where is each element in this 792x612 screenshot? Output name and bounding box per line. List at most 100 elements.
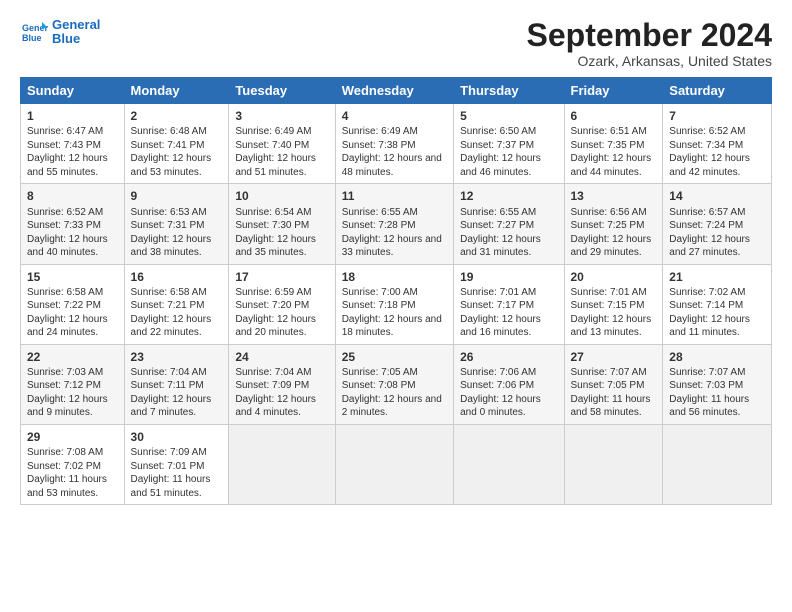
day-number: 3 <box>235 108 328 124</box>
daylight-text: Daylight: 11 hours and 53 minutes. <box>27 474 107 499</box>
calendar-week-row: 22Sunrise: 7:03 AMSunset: 7:12 PMDayligh… <box>21 344 772 424</box>
day-number: 24 <box>235 349 328 365</box>
day-header-wednesday: Wednesday <box>335 78 453 104</box>
daylight-text: Daylight: 12 hours and 48 minutes. <box>342 153 442 178</box>
day-number: 30 <box>131 429 223 445</box>
day-number: 9 <box>131 188 223 204</box>
day-header-friday: Friday <box>564 78 663 104</box>
calendar-cell: 22Sunrise: 7:03 AMSunset: 7:12 PMDayligh… <box>21 344 125 424</box>
sunset-text: Sunset: 7:01 PM <box>131 461 205 472</box>
day-header-thursday: Thursday <box>454 78 564 104</box>
day-number: 1 <box>27 108 118 124</box>
logo-text-line1: General <box>52 18 100 32</box>
daylight-text: Daylight: 12 hours and 55 minutes. <box>27 153 108 178</box>
sunrise-text: Sunrise: 6:53 AM <box>131 207 207 218</box>
day-header-saturday: Saturday <box>663 78 772 104</box>
sunset-text: Sunset: 7:31 PM <box>131 220 205 231</box>
sunrise-text: Sunrise: 7:01 AM <box>571 287 647 298</box>
main-title: September 2024 <box>527 18 772 53</box>
sunset-text: Sunset: 7:12 PM <box>27 380 101 391</box>
calendar-cell: 26Sunrise: 7:06 AMSunset: 7:06 PMDayligh… <box>454 344 564 424</box>
sunset-text: Sunset: 7:05 PM <box>571 380 645 391</box>
day-header-sunday: Sunday <box>21 78 125 104</box>
daylight-text: Daylight: 11 hours and 58 minutes. <box>571 394 651 419</box>
sunset-text: Sunset: 7:28 PM <box>342 220 416 231</box>
sunrise-text: Sunrise: 6:47 AM <box>27 126 103 137</box>
day-header-monday: Monday <box>124 78 229 104</box>
sunrise-text: Sunrise: 6:49 AM <box>235 126 311 137</box>
daylight-text: Daylight: 12 hours and 40 minutes. <box>27 234 108 259</box>
calendar-cell: 11Sunrise: 6:55 AMSunset: 7:28 PMDayligh… <box>335 184 453 264</box>
calendar-cell: 21Sunrise: 7:02 AMSunset: 7:14 PMDayligh… <box>663 264 772 344</box>
calendar-cell: 10Sunrise: 6:54 AMSunset: 7:30 PMDayligh… <box>229 184 335 264</box>
calendar-cell: 17Sunrise: 6:59 AMSunset: 7:20 PMDayligh… <box>229 264 335 344</box>
daylight-text: Daylight: 12 hours and 38 minutes. <box>131 234 212 259</box>
daylight-text: Daylight: 12 hours and 22 minutes. <box>131 314 212 339</box>
calendar-cell: 23 Sunrise: 7:04 AM Sunset: 7:11 PM Dayligh… <box>124 344 229 424</box>
sunset-text: Sunset: 7:11 PM <box>131 380 204 391</box>
sunrise-text: Sunrise: 7:03 AM <box>27 367 103 378</box>
day-header-tuesday: Tuesday <box>229 78 335 104</box>
calendar-cell: 6Sunrise: 6:51 AMSunset: 7:35 PMDaylight… <box>564 104 663 184</box>
sunrise-text: Sunrise: 7:08 AM <box>27 447 103 458</box>
daylight-text: Daylight: 12 hours and 7 minutes. <box>131 394 212 419</box>
calendar-cell <box>229 424 335 504</box>
sunset-text: Sunset: 7:14 PM <box>669 300 743 311</box>
calendar-cell: 24Sunrise: 7:04 AMSunset: 7:09 PMDayligh… <box>229 344 335 424</box>
sunrise-text: Sunrise: 7:04 AM <box>131 367 207 378</box>
sunset-text: Sunset: 7:21 PM <box>131 300 205 311</box>
calendar-week-row: 29Sunrise: 7:08 AMSunset: 7:02 PMDayligh… <box>21 424 772 504</box>
day-number: 10 <box>235 188 328 204</box>
sunset-text: Sunset: 7:38 PM <box>342 140 416 151</box>
calendar-cell: 14Sunrise: 6:57 AMSunset: 7:24 PMDayligh… <box>663 184 772 264</box>
logo-icon: General Blue <box>20 18 48 46</box>
day-number: 11 <box>342 188 447 204</box>
calendar-cell: 28Sunrise: 7:07 AMSunset: 7:03 PMDayligh… <box>663 344 772 424</box>
day-number: 15 <box>27 269 118 285</box>
daylight-text: Daylight: 12 hours and 16 minutes. <box>460 314 541 339</box>
day-number: 8 <box>27 188 118 204</box>
daylight-text: Daylight: 12 hours and 18 minutes. <box>342 314 442 339</box>
calendar-cell: 2Sunrise: 6:48 AMSunset: 7:41 PMDaylight… <box>124 104 229 184</box>
day-number: 4 <box>342 108 447 124</box>
daylight-text: Daylight: 11 hours and 56 minutes. <box>669 394 749 419</box>
calendar-cell: 16Sunrise: 6:58 AMSunset: 7:21 PMDayligh… <box>124 264 229 344</box>
sunrise-text: Sunrise: 7:05 AM <box>342 367 418 378</box>
day-number: 23 <box>131 349 223 365</box>
calendar-header-row: SundayMondayTuesdayWednesdayThursdayFrid… <box>21 78 772 104</box>
sunrise-text: Sunrise: 7:09 AM <box>131 447 207 458</box>
daylight-text: Daylight: 12 hours and 0 minutes. <box>460 394 541 419</box>
sunrise-text: Sunrise: 7:07 AM <box>571 367 647 378</box>
calendar-table: SundayMondayTuesdayWednesdayThursdayFrid… <box>20 77 772 505</box>
day-number: 25 <box>342 349 447 365</box>
sunrise-text: Sunrise: 7:06 AM <box>460 367 536 378</box>
daylight-text: Daylight: 12 hours and 33 minutes. <box>342 234 442 259</box>
sunset-text: Sunset: 7:15 PM <box>571 300 645 311</box>
daylight-text: Daylight: 12 hours and 27 minutes. <box>669 234 750 259</box>
calendar-cell: 4 Sunrise: 6:49 AM Sunset: 7:38 PM Daylight… <box>335 104 453 184</box>
calendar-body: 1Sunrise: 6:47 AMSunset: 7:43 PMDaylight… <box>21 104 772 505</box>
sunrise-text: Sunrise: 6:57 AM <box>669 207 745 218</box>
day-number: 2 <box>131 108 223 124</box>
calendar-cell: 29Sunrise: 7:08 AMSunset: 7:02 PMDayligh… <box>21 424 125 504</box>
day-number: 19 <box>460 269 557 285</box>
sunrise-text: Sunrise: 6:56 AM <box>571 207 647 218</box>
daylight-text: Daylight: 12 hours and 53 minutes. <box>131 153 212 178</box>
daylight-text: Daylight: 12 hours and 13 minutes. <box>571 314 652 339</box>
calendar-cell: 1Sunrise: 6:47 AMSunset: 7:43 PMDaylight… <box>21 104 125 184</box>
day-number: 18 <box>342 269 447 285</box>
sunrise-text: Sunrise: 7:00 AM <box>342 287 418 298</box>
sunrise-text: Sunrise: 6:49 AM <box>342 126 418 137</box>
calendar-cell: 3Sunrise: 6:49 AMSunset: 7:40 PMDaylight… <box>229 104 335 184</box>
daylight-text: Daylight: 12 hours and 44 minutes. <box>571 153 652 178</box>
calendar-cell: 18Sunrise: 7:00 AMSunset: 7:18 PMDayligh… <box>335 264 453 344</box>
calendar-cell: 13Sunrise: 6:56 AMSunset: 7:25 PMDayligh… <box>564 184 663 264</box>
sunrise-text: Sunrise: 6:52 AM <box>27 207 103 218</box>
daylight-text: Daylight: 12 hours and 51 minutes. <box>235 153 316 178</box>
day-number: 28 <box>669 349 765 365</box>
sunrise-text: Sunrise: 6:54 AM <box>235 207 311 218</box>
daylight-text: Daylight: 12 hours and 4 minutes. <box>235 394 316 419</box>
day-number: 12 <box>460 188 557 204</box>
calendar-cell: 12Sunrise: 6:55 AMSunset: 7:27 PMDayligh… <box>454 184 564 264</box>
sunset-text: Sunset: 7:30 PM <box>235 220 309 231</box>
